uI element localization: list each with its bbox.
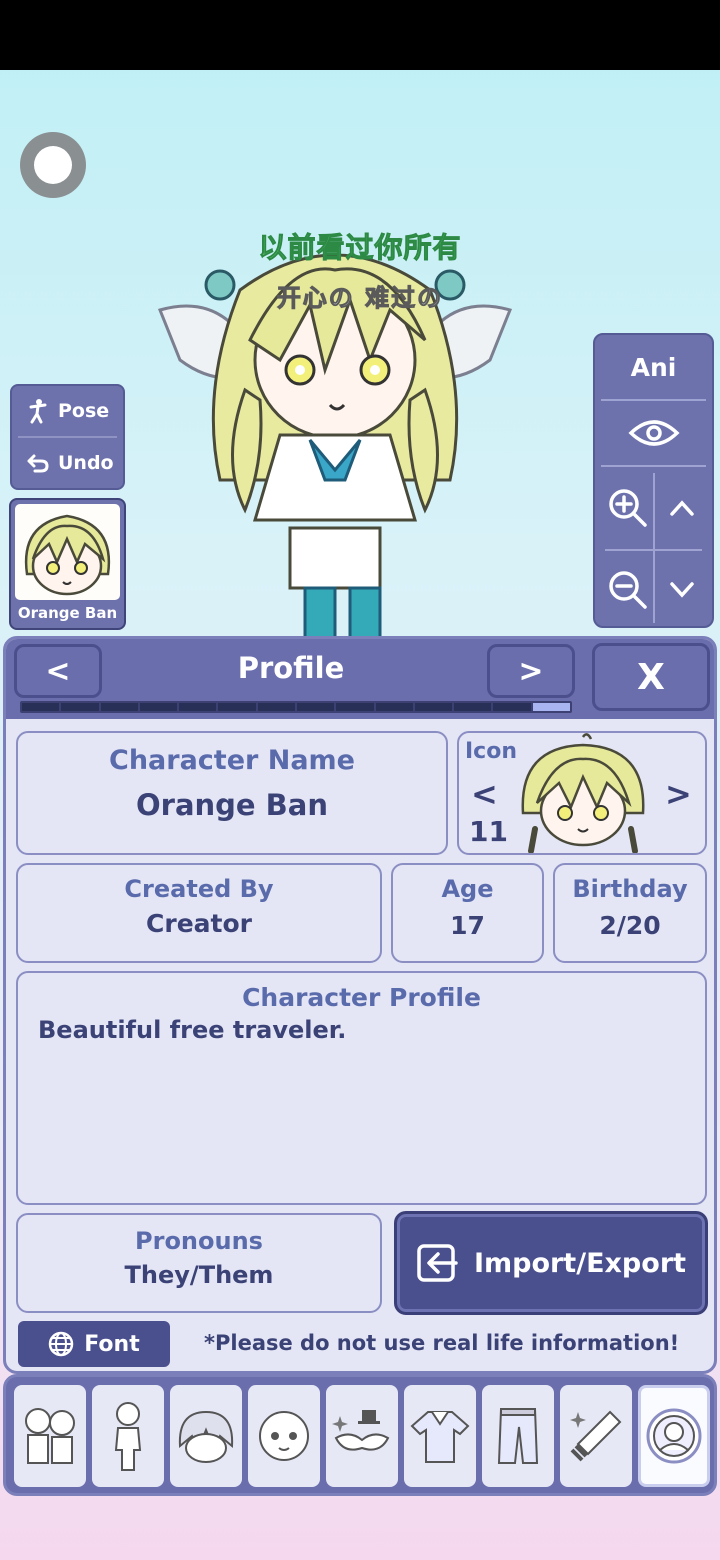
body-icon — [114, 1402, 142, 1471]
character-name-value: Orange Ban — [135, 788, 328, 822]
age-card[interactable]: Age 17 — [391, 863, 544, 963]
profile-tab-button[interactable] — [638, 1385, 710, 1487]
face-button[interactable] — [248, 1385, 320, 1487]
icon-prev-button[interactable]: < — [471, 775, 498, 813]
chevron-down-icon — [670, 582, 694, 598]
pose-label: Pose — [58, 400, 110, 422]
props-button[interactable] — [560, 1385, 632, 1487]
undo-label: Undo — [58, 452, 114, 474]
pose-icon — [29, 399, 47, 424]
page-progress-bar — [20, 701, 572, 713]
zoom-out-icon — [609, 571, 647, 609]
accessories-button[interactable] — [326, 1385, 398, 1487]
zoom-controls — [595, 467, 712, 626]
record-dot-icon — [34, 146, 72, 184]
age-label: Age — [441, 875, 494, 903]
caption-line-1: 以前看过你所有 — [258, 231, 462, 265]
font-button[interactable]: Font — [18, 1321, 170, 1367]
profile-dialog: < Profile > X Character Name Orange Ban … — [3, 636, 717, 1374]
zoom-in-button[interactable] — [603, 473, 653, 543]
pronouns-value: They/Them — [124, 1261, 274, 1289]
birthday-label: Birthday — [572, 875, 688, 903]
icon-number: 11 — [469, 815, 508, 848]
character-portrait-icon — [24, 514, 111, 596]
zoom-out-button[interactable] — [603, 555, 653, 625]
created-by-value: Creator — [146, 909, 252, 938]
pose-button[interactable]: Pose — [12, 386, 123, 436]
character-name-label: Character Name — [109, 745, 355, 776]
close-button[interactable]: X — [592, 643, 710, 711]
move-up-button[interactable] — [657, 473, 707, 543]
props-icon — [570, 1410, 622, 1462]
body-button[interactable] — [92, 1385, 164, 1487]
icon-label: Icon — [465, 739, 518, 764]
thumbnail-portrait — [15, 504, 120, 600]
accessories-icon — [332, 1410, 390, 1451]
birthday-value: 2/20 — [599, 911, 661, 940]
pronouns-label: Pronouns — [135, 1227, 263, 1255]
hair-button[interactable] — [170, 1385, 242, 1487]
pronouns-card[interactable]: Pronouns They/Them — [16, 1213, 382, 1313]
eye-icon — [627, 420, 680, 446]
import-export-icon — [417, 1244, 458, 1282]
icon-card: Icon < 11 > — [457, 731, 707, 855]
visibility-button[interactable] — [595, 401, 712, 465]
globe-icon — [49, 1331, 74, 1357]
character-profile-text: Beautiful free traveler. — [38, 1016, 347, 1044]
created-by-card[interactable]: Created By Creator — [16, 863, 382, 963]
character-name-card[interactable]: Character Name Orange Ban — [16, 731, 448, 855]
hair-icon — [178, 1410, 234, 1463]
presets-button[interactable] — [14, 1385, 86, 1487]
privacy-warning: *Please do not use real life information… — [204, 1331, 680, 1355]
icon-next-button[interactable]: > — [665, 775, 692, 813]
view-controls-panel: Ani — [593, 333, 714, 628]
next-page-button[interactable]: > — [487, 644, 575, 698]
import-export-label: Import/Export — [473, 1247, 687, 1279]
caption-line-2: 开心の 难过の — [276, 284, 444, 313]
category-toolbar — [3, 1374, 717, 1496]
bottom-icon — [497, 1408, 539, 1464]
face-icon — [259, 1411, 309, 1461]
top-button[interactable] — [404, 1385, 476, 1487]
pose-undo-panel: Pose Undo — [10, 384, 125, 490]
created-by-label: Created By — [124, 875, 274, 903]
presets-icon — [25, 1408, 75, 1464]
font-label: Font — [84, 1331, 140, 1357]
character-icon-preview — [521, 733, 645, 853]
character-thumbnail[interactable]: Orange Ban — [9, 498, 126, 630]
zoom-in-icon — [609, 489, 647, 527]
character-profile-card[interactable]: Character Profile Beautiful free travele… — [16, 971, 707, 1205]
record-button[interactable] — [20, 132, 86, 198]
character-profile-label: Character Profile — [242, 983, 481, 1012]
profile-icon — [646, 1408, 702, 1464]
move-down-button[interactable] — [657, 555, 707, 625]
thumbnail-label: Orange Ban — [17, 604, 118, 622]
status-bar — [0, 0, 720, 70]
prev-page-button[interactable]: < — [14, 644, 102, 698]
top-icon — [410, 1411, 470, 1463]
chevron-up-icon — [670, 500, 694, 516]
import-export-button[interactable]: Import/Export — [394, 1211, 708, 1315]
undo-icon — [27, 454, 49, 473]
dialog-title: Profile — [237, 651, 345, 685]
undo-button[interactable]: Undo — [12, 438, 123, 488]
character-figure[interactable] — [150, 250, 520, 700]
dialog-header: < Profile > X — [6, 639, 714, 719]
birthday-card[interactable]: Birthday 2/20 — [553, 863, 707, 963]
age-value: 17 — [450, 911, 485, 940]
bottom-button[interactable] — [482, 1385, 554, 1487]
ani-button[interactable]: Ani — [595, 335, 712, 399]
